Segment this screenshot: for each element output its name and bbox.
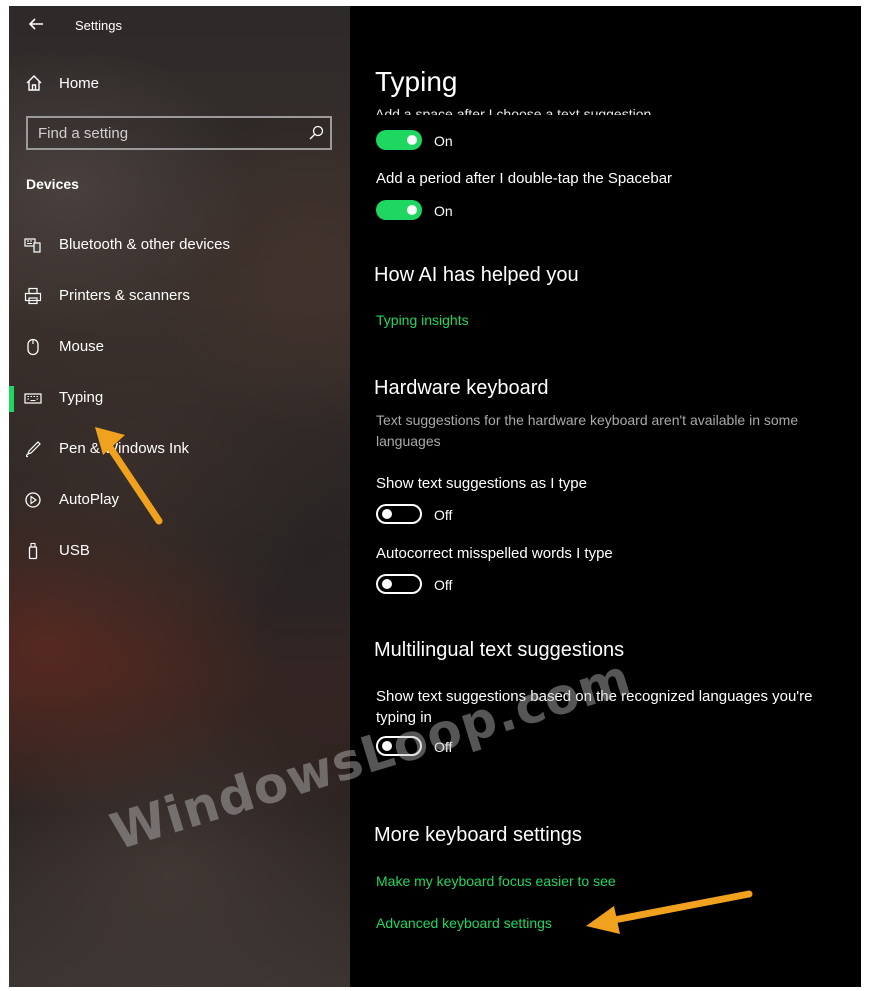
- back-arrow-icon[interactable]: [25, 13, 47, 35]
- window-title: Settings: [75, 18, 122, 33]
- sidebar-item-label: USB: [59, 542, 90, 559]
- toggle-state-label: On: [434, 133, 453, 149]
- advanced-keyboard-settings-link[interactable]: Advanced keyboard settings: [376, 915, 552, 931]
- sidebar-item-mouse[interactable]: Mouse: [9, 327, 350, 367]
- sidebar-item-typing[interactable]: Typing: [9, 378, 350, 418]
- sidebar-item-label: Typing: [59, 389, 104, 406]
- period-double-tap-label: Add a period after I double-tap the Spac…: [376, 170, 673, 187]
- sidebar-item-label: AutoPlay: [59, 491, 120, 508]
- toggle-state-label: Off: [434, 739, 453, 755]
- multilingual-toggle[interactable]: [376, 736, 422, 756]
- sidebar-item-autoplay[interactable]: AutoPlay: [9, 480, 350, 520]
- bluetooth-devices-icon: [24, 238, 41, 253]
- autoplay-icon: [25, 492, 41, 508]
- sidebar-item-label: Printers & scanners: [59, 287, 190, 304]
- sidebar-item-bluetooth[interactable]: Bluetooth & other devices: [9, 225, 350, 265]
- sidebar-item-label: Home: [59, 75, 100, 92]
- settings-window: Settings Home Devices Bluetooth & other …: [9, 6, 861, 987]
- printer-icon: [24, 287, 42, 305]
- show-suggestions-toggle[interactable]: [376, 504, 422, 524]
- keyboard-icon: [24, 393, 42, 404]
- sidebar-item-label: Mouse: [59, 338, 105, 355]
- search-box[interactable]: [26, 116, 332, 150]
- hardware-keyboard-description: Text suggestions for the hardware keyboa…: [376, 412, 799, 449]
- space-after-suggestion-toggle[interactable]: [376, 130, 422, 150]
- autocorrect-toggle[interactable]: [376, 574, 422, 594]
- usb-icon: [28, 542, 38, 560]
- hardware-keyboard-heading: Hardware keyboard: [374, 377, 549, 399]
- autocorrect-label: Autocorrect misspelled words I type: [376, 545, 613, 562]
- text-suggestion-space-label: Add a space after I choose a text sugges…: [375, 106, 652, 115]
- sidebar-item-label: Bluetooth & other devices: [59, 236, 230, 253]
- multilingual-label: Show text suggestions based on the recog…: [376, 688, 813, 726]
- sidebar-item-home[interactable]: Home: [9, 68, 350, 98]
- search-input[interactable]: [28, 118, 298, 148]
- toggle-state-label: Off: [434, 577, 453, 593]
- search-icon[interactable]: [308, 125, 324, 141]
- show-suggestions-label: Show text suggestions as I type: [376, 475, 587, 492]
- section-header: Devices: [26, 176, 79, 192]
- pen-icon: [25, 441, 41, 458]
- sidebar-item-pen[interactable]: Pen & Windows Ink: [9, 429, 350, 469]
- page-title: Typing: [375, 66, 458, 97]
- keyboard-focus-link[interactable]: Make my keyboard focus easier to see: [376, 873, 616, 889]
- multilingual-heading: Multilingual text suggestions: [374, 639, 625, 661]
- period-double-tap-toggle[interactable]: [376, 200, 422, 220]
- typing-insights-link[interactable]: Typing insights: [376, 312, 469, 328]
- home-icon: [26, 75, 42, 91]
- sidebar: Settings Home Devices Bluetooth & other …: [9, 6, 350, 987]
- ai-helped-heading: How AI has helped you: [374, 264, 579, 286]
- mouse-icon: [27, 338, 39, 356]
- more-keyboard-settings-heading: More keyboard settings: [374, 824, 582, 846]
- toggle-state-label: Off: [434, 507, 453, 523]
- toggle-state-label: On: [434, 203, 453, 219]
- sidebar-item-label: Pen & Windows Ink: [59, 440, 190, 457]
- main-content: Typing Add a space after I choose a text…: [350, 6, 861, 987]
- sidebar-item-usb[interactable]: USB: [9, 531, 350, 571]
- sidebar-item-printers[interactable]: Printers & scanners: [9, 276, 350, 316]
